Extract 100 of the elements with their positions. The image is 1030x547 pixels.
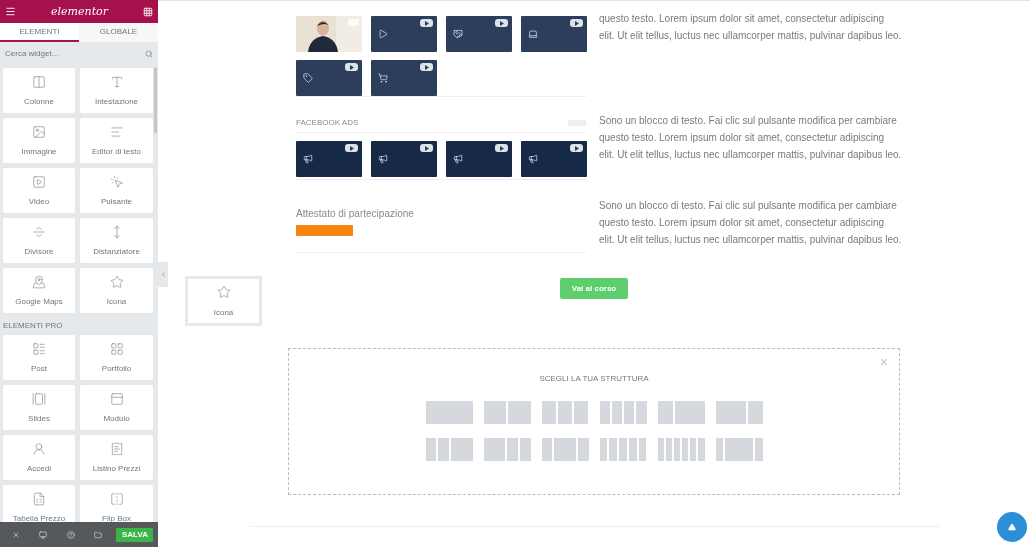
- widget-tile[interactable]: Modulo: [80, 385, 153, 430]
- video-thumbnail[interactable]: [371, 60, 437, 96]
- video-thumbnail[interactable]: [371, 16, 437, 52]
- panel-tab[interactable]: GLOBALE: [79, 23, 158, 42]
- play-icon: [420, 144, 433, 152]
- play-icon: [420, 19, 433, 27]
- megaphone-icon: [303, 154, 313, 164]
- widget-label: Icona: [106, 297, 127, 306]
- paragraph: questo testo. Lorem ipsum dolor sit amet, consectetur adipiscing elit. Ut elit tellus, luctus nec ullamcorper mattis, pulvinar dapibus leo.: [599, 12, 903, 43]
- save-button[interactable]: SALVA: [116, 527, 153, 542]
- widget-tile[interactable]: Intestazione: [80, 68, 153, 113]
- star-icon: [109, 275, 124, 289]
- widget-label: Tabella Prezzo: [12, 514, 66, 522]
- widget-label: Distanziatore: [93, 247, 140, 256]
- widget-tile[interactable]: Slides: [3, 385, 75, 430]
- widget-tile[interactable]: Immagine: [3, 118, 75, 163]
- tag-icon: [303, 73, 313, 83]
- widget-tile[interactable]: Flip Box: [80, 485, 153, 522]
- play-icon: [495, 144, 508, 152]
- search-field[interactable]: Cerca widget...: [5, 49, 142, 58]
- video-thumbnail[interactable]: [446, 141, 512, 177]
- widget-tile[interactable]: Icona: [80, 268, 153, 313]
- widget-label: Portfolio: [101, 364, 132, 373]
- play-icon: [570, 144, 583, 152]
- scrollbar[interactable]: [154, 67, 157, 133]
- widget-tile[interactable]: Accedi: [3, 435, 75, 480]
- widget-label: Accedi: [27, 464, 51, 473]
- laptop-icon: [528, 29, 538, 39]
- play-icon: [420, 63, 433, 71]
- cursor-icon: [109, 175, 124, 189]
- widget-label: Divisore: [24, 247, 54, 256]
- widget-label: Google Maps: [15, 297, 63, 306]
- video-thumbnail[interactable]: [521, 16, 587, 52]
- scroll-top-button[interactable]: [997, 512, 1027, 542]
- widget-tile[interactable]: Google Maps: [3, 268, 75, 313]
- slides-icon: [32, 392, 46, 406]
- search-icon: [145, 49, 153, 58]
- structure-preset[interactable]: [599, 438, 647, 461]
- play-icon: [345, 144, 358, 152]
- image-icon: [32, 125, 46, 139]
- play-icon: [570, 19, 583, 27]
- structure-preset[interactable]: [657, 401, 705, 424]
- structure-preset[interactable]: [599, 401, 647, 424]
- cart-icon: [378, 73, 388, 83]
- megaphone-icon: [528, 154, 538, 164]
- monitor-icon: [39, 530, 48, 539]
- text-icon: [109, 75, 124, 89]
- folder-icon: [93, 530, 102, 539]
- close-icon: [12, 530, 20, 539]
- divider-icon: [32, 225, 46, 239]
- map-icon: [32, 275, 46, 289]
- structure-preset[interactable]: [425, 438, 473, 461]
- dragged-widget[interactable]: Icona: [185, 276, 262, 326]
- play-icon: [495, 19, 508, 27]
- widget-tile[interactable]: Post: [3, 335, 75, 380]
- widget-label: Pulsante: [100, 197, 133, 206]
- apps-grid-icon[interactable]: [143, 6, 153, 17]
- section-title: Attestato di partecipazione: [296, 208, 415, 219]
- widget-label: Video: [28, 197, 50, 206]
- video-thumbnail[interactable]: [296, 141, 362, 177]
- play-icon: [345, 63, 358, 71]
- structure-preset[interactable]: [541, 438, 589, 461]
- flip-icon: [109, 492, 124, 506]
- paragraph: Sono un blocco di testo. Fai clic sul pulsante modifica per cambiare questo testo. Lorem ipsum dolor sit amet, consectetur adipiscing elit. Ut elit tellus, luctus nec ullamcorper mattis, pulvinar dapibus leo.: [599, 199, 903, 247]
- widget-tile[interactable]: Editor di testo: [80, 118, 153, 163]
- structure-preset[interactable]: [541, 401, 589, 424]
- list-icon: [32, 342, 46, 356]
- structure-preset[interactable]: [715, 401, 763, 424]
- widget-tile[interactable]: Pulsante: [80, 168, 153, 213]
- structure-preset[interactable]: [657, 438, 705, 461]
- structure-preset[interactable]: [425, 401, 473, 424]
- structure-preset[interactable]: [715, 438, 763, 461]
- section-title: FACEBOOK ADS: [296, 118, 359, 127]
- widget-tile[interactable]: Divisore: [3, 218, 75, 263]
- widget-label: Flip Box: [102, 514, 131, 522]
- widget-tile[interactable]: Tabella Prezzo: [3, 485, 75, 522]
- columns-icon: [32, 75, 46, 89]
- widget-tile[interactable]: Distanziatore: [80, 218, 153, 263]
- picker-title: SCEGLI LA TUA STRUTTURA: [539, 374, 649, 383]
- handshake-icon: [453, 29, 463, 39]
- collapse-handle[interactable]: [158, 262, 168, 287]
- star-icon: [216, 285, 231, 299]
- widget-tile[interactable]: Portfolio: [80, 335, 153, 380]
- widget-label: Listino Prezzi: [92, 464, 141, 473]
- video-thumbnail[interactable]: [521, 141, 587, 177]
- widget-label: Intestazione: [94, 97, 139, 106]
- widget-tile[interactable]: Colonne: [3, 68, 75, 113]
- chevron-icon: [159, 271, 167, 278]
- structure-preset[interactable]: [483, 401, 531, 424]
- video-thumbnail[interactable]: [296, 60, 362, 96]
- widget-label: Colonne: [24, 97, 54, 106]
- video-thumbnail[interactable]: [371, 141, 437, 177]
- widget-tile[interactable]: Video: [3, 168, 75, 213]
- structure-preset[interactable]: [483, 438, 531, 461]
- widget-tile[interactable]: Listino Prezzi: [80, 435, 153, 480]
- form-icon: [109, 392, 124, 406]
- menu-icon[interactable]: [5, 6, 16, 17]
- up-arrow-icon: [1008, 523, 1016, 531]
- play-icon: [378, 29, 388, 39]
- video-thumbnail[interactable]: [446, 16, 512, 52]
